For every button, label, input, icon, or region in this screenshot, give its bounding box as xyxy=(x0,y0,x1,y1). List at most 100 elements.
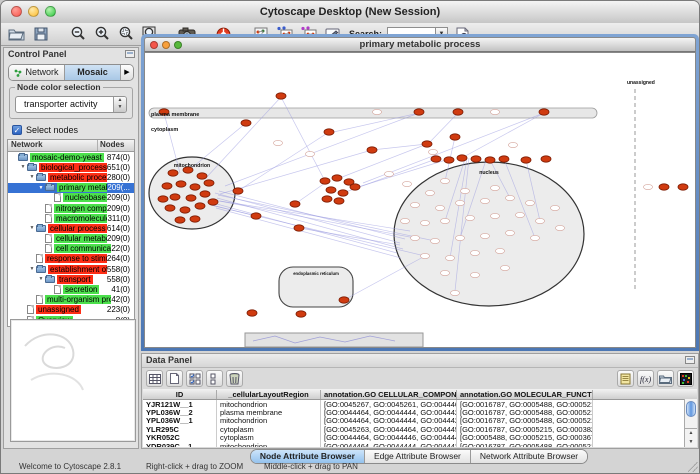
tree-expander-icon[interactable]: ▼ xyxy=(28,174,36,180)
network-graph[interactable]: plasma membranecytoplasmmitochondrionnuc… xyxy=(145,53,695,348)
frame-minimize-icon[interactable] xyxy=(162,41,170,49)
new-attribute-icon[interactable] xyxy=(166,370,183,387)
status-zoom-hint: Right-click + drag to ZOOM xyxy=(146,462,243,471)
network-overview-panel[interactable] xyxy=(10,319,136,442)
zoom-in-icon[interactable] xyxy=(92,25,111,44)
node-color-selection-label: Node color selection xyxy=(15,82,103,92)
tree-row-node-count: 874(0) xyxy=(107,153,134,162)
network-canvas[interactable]: plasma membranecytoplasmmitochondrionnuc… xyxy=(144,52,696,348)
tree-row[interactable]: ▼transport558(0) xyxy=(8,274,134,284)
zoom-out-icon[interactable] xyxy=(68,25,87,44)
dropdown-stepper-icon[interactable]: ▲▼ xyxy=(113,97,126,112)
tree-row[interactable]: mosaic-demo-yeast874(0) xyxy=(8,152,134,162)
tree-row[interactable]: secretion41(0) xyxy=(8,284,134,294)
frame-maximize-icon[interactable] xyxy=(174,41,182,49)
node xyxy=(233,188,243,194)
tree-row-label: nucleobase-co xyxy=(63,193,107,202)
attribute-table-header[interactable]: ID_cellularLayoutRegionannotation.GO CEL… xyxy=(143,389,697,400)
tree-row-node-count: 558(0) xyxy=(107,265,134,274)
table-row[interactable]: YDR039C__1mitochondrion[GO:0044464, GO:0… xyxy=(143,442,697,447)
node xyxy=(471,156,481,162)
tree-row[interactable]: macromolecule311(0) xyxy=(8,213,134,223)
node xyxy=(170,194,180,200)
tree-row[interactable]: ▼metabolic process280(0) xyxy=(8,172,134,182)
node xyxy=(276,93,286,99)
close-window-icon[interactable] xyxy=(11,6,22,17)
scrollbar-arrows-icon[interactable]: ▲▼ xyxy=(685,428,697,447)
tree-row[interactable]: multi-organism pro42(0) xyxy=(8,295,134,305)
tree-row-node-count: 264(0) xyxy=(107,254,134,263)
data-panel-toolbar: f(x) xyxy=(142,368,698,389)
compartment-label-cytoplasm: cytoplasm xyxy=(151,127,178,133)
node xyxy=(556,225,565,230)
frame-close-icon[interactable] xyxy=(150,41,158,49)
node xyxy=(501,265,510,270)
attribute-table-icon[interactable] xyxy=(146,370,163,387)
tree-expander-icon[interactable]: ▼ xyxy=(37,185,45,191)
tree-row-label: secretion xyxy=(63,285,99,294)
folder-icon xyxy=(36,174,46,181)
scrollbar-thumb[interactable] xyxy=(686,401,696,417)
open-icon[interactable] xyxy=(7,25,26,44)
tree-row-node-count: 311(0) xyxy=(107,214,134,223)
save-icon[interactable] xyxy=(31,25,50,44)
node-color-dropdown[interactable]: transporter activity ▲▼ xyxy=(15,96,127,113)
import-attributes-icon[interactable] xyxy=(657,370,674,387)
tree-row[interactable]: ▼cellular process614(0) xyxy=(8,223,134,233)
file-icon xyxy=(36,295,43,304)
tree-row[interactable]: nitrogen compo209(0) xyxy=(8,203,134,213)
formula-builder-icon[interactable] xyxy=(617,370,634,387)
zoom-selected-icon[interactable] xyxy=(116,25,135,44)
network-frame-titlebar[interactable]: primary metabolic process xyxy=(144,37,696,52)
node xyxy=(403,181,412,186)
float-panel-icon[interactable] xyxy=(685,356,695,364)
select-attributes-icon[interactable] xyxy=(186,370,203,387)
tab-overflow-arrow-icon[interactable]: ▶ xyxy=(121,65,133,80)
table-column-header[interactable]: annotation.GO CELLULAR_COMPONENT xyxy=(321,390,457,399)
tree-row[interactable]: ▼establishment of lo558(0) xyxy=(8,264,134,274)
delete-attribute-icon[interactable] xyxy=(226,370,243,387)
table-scrollbar[interactable]: ▲▼ xyxy=(684,399,697,447)
data-panel-title: Data Panel xyxy=(146,355,192,365)
tree-row[interactable]: unassigned223(0) xyxy=(8,305,134,315)
status-bar: Welcome to Cytoscape 2.8.1 Right-click +… xyxy=(1,461,699,473)
resize-grip[interactable] xyxy=(688,462,698,472)
tree-row[interactable]: cell communicat22(0) xyxy=(8,244,134,254)
tree-column-nodes[interactable]: Nodes xyxy=(98,140,134,151)
tab-network-label: Network xyxy=(25,65,58,80)
tree-expander-icon[interactable]: ▼ xyxy=(19,164,27,170)
tree-row[interactable]: nucleobase-co209(0) xyxy=(8,193,134,203)
tree-row[interactable]: ▼biological_process651(0) xyxy=(8,162,134,172)
zoom-window-icon[interactable] xyxy=(45,6,56,17)
table-column-header[interactable]: _cellularLayoutRegion xyxy=(217,390,321,399)
node xyxy=(499,156,509,162)
node xyxy=(190,184,200,190)
file-icon xyxy=(27,305,34,314)
tree-row[interactable]: cellular metabo209(0) xyxy=(8,234,134,244)
unselect-attributes-icon[interactable] xyxy=(206,370,223,387)
edge xyxy=(216,208,401,258)
select-nodes-checkbox[interactable]: ✓ xyxy=(12,125,22,135)
tab-network[interactable]: Network xyxy=(9,65,65,80)
node xyxy=(526,200,535,205)
table-column-header[interactable]: ID xyxy=(143,390,217,399)
network-internal-frame: primary metabolic process plasma membran… xyxy=(141,34,699,351)
attribute-matrix-icon[interactable] xyxy=(677,370,694,387)
tree-row[interactable]: ▼primary metabol209(... xyxy=(8,183,134,193)
tab-mosaic[interactable]: Mosaic xyxy=(65,65,121,80)
network-tree-header[interactable]: Network Nodes xyxy=(8,140,134,152)
node xyxy=(322,196,332,202)
tree-row[interactable]: response to stimulu264(0) xyxy=(8,254,134,264)
table-column-header[interactable]: annotation.GO MOLECULAR_FUNCTION xyxy=(457,390,593,399)
tree-expander-icon[interactable]: ▼ xyxy=(28,225,36,231)
node xyxy=(521,157,531,163)
status-welcome: Welcome to Cytoscape 2.8.1 xyxy=(19,462,121,471)
minimize-window-icon[interactable] xyxy=(28,6,39,17)
network-frame-title: primary metabolic process xyxy=(145,38,695,51)
tree-expander-icon[interactable]: ▼ xyxy=(37,276,45,282)
window-titlebar[interactable]: Cytoscape Desktop (New Session) xyxy=(1,1,699,24)
function-icon[interactable]: f(x) xyxy=(637,370,654,387)
float-panel-icon[interactable] xyxy=(125,50,135,58)
tree-column-network[interactable]: Network xyxy=(8,140,98,151)
tree-expander-icon[interactable]: ▼ xyxy=(28,266,36,272)
